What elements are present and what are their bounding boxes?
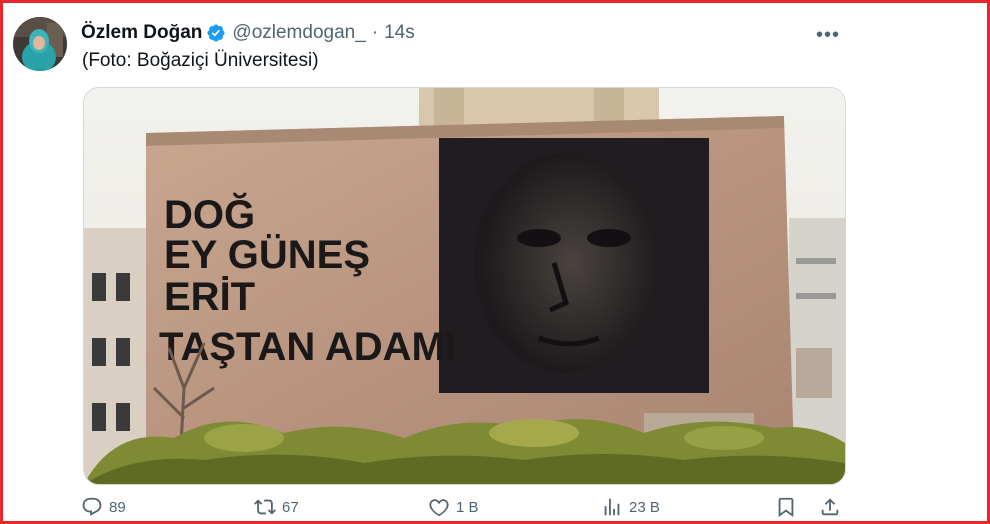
graffiti-line-2: EY GÜNEŞ xyxy=(164,232,370,277)
graffiti-line-1: DOĞ xyxy=(164,191,255,237)
reply-icon xyxy=(82,497,102,516)
like-count: 1 B xyxy=(456,498,479,516)
tweet-header: Özlem Doğan @ozlemdogan_ · 14s xyxy=(81,21,415,45)
bookmark-icon xyxy=(778,497,794,518)
retweet-count: 67 xyxy=(282,498,299,516)
views-button[interactable]: 23 B xyxy=(601,496,660,518)
reply-count: 89 xyxy=(109,498,126,516)
views-count: 23 B xyxy=(629,498,660,516)
share-button[interactable] xyxy=(819,496,847,518)
share-icon xyxy=(821,498,839,516)
like-button[interactable]: 1 B xyxy=(428,496,479,518)
separator-dot: · xyxy=(371,22,379,43)
author-handle[interactable]: @ozlemdogan_ xyxy=(232,22,365,44)
tweet-photo[interactable]: DOĞ EY GÜNEŞ ERİT TAŞTAN ADAMI xyxy=(83,87,846,485)
avatar[interactable] xyxy=(13,17,67,71)
retweet-icon xyxy=(254,499,276,515)
views-bar-chart-icon xyxy=(604,498,620,516)
heart-icon xyxy=(429,499,449,517)
timestamp[interactable]: 14s xyxy=(384,22,415,44)
tweet-card[interactable]: Özlem Doğan @ozlemdogan_ · 14s ••• (Foto… xyxy=(3,3,987,521)
more-options-button[interactable]: ••• xyxy=(813,23,843,47)
screenshot-frame: Özlem Doğan @ozlemdogan_ · 14s ••• (Foto… xyxy=(0,0,990,524)
graffiti-line-3: ERİT xyxy=(164,275,255,319)
tweet-actions: 89 67 1 B 23 B xyxy=(81,496,851,522)
bookmark-button[interactable] xyxy=(775,496,803,518)
reply-button[interactable]: 89 xyxy=(81,496,126,518)
verified-badge-icon xyxy=(207,24,225,42)
author-name[interactable]: Özlem Doğan xyxy=(81,22,202,44)
retweet-button[interactable]: 67 xyxy=(254,496,299,518)
tweet-text: (Foto: Boğaziçi Üniversitesi) xyxy=(82,50,319,71)
